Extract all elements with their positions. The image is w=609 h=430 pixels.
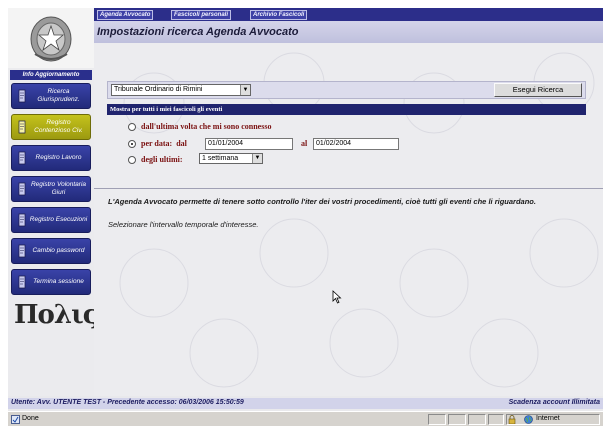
option-last-login-label: dall'ultima volta che mi sono connesso — [141, 122, 272, 131]
instruction-text: Selezionare l'intervallo temporale d'int… — [108, 220, 259, 229]
sidebar-item-label: Cambio password — [32, 247, 85, 254]
document-icon — [15, 180, 29, 198]
court-select[interactable]: Tribunale Ordinario di Rimini ▼ — [111, 84, 251, 96]
browser-status-bar: Done Internet — [8, 411, 603, 426]
chevron-down-icon[interactable]: ▼ — [252, 154, 262, 163]
option-by-date-label: per data: — [141, 139, 173, 148]
events-header: Mostra per tutti i miei fascicoli gli ev… — [107, 104, 586, 115]
document-icon — [15, 149, 29, 167]
period-select-value: 1 settimana — [202, 155, 239, 162]
status-well — [488, 414, 504, 425]
to-label-row: al — [301, 139, 307, 148]
sidebar-item-label: Registro Contenzioso Civ. — [34, 119, 83, 134]
page-title: Impostazioni ricerca Agenda Avvocato — [97, 26, 299, 38]
from-date-input[interactable]: 01/01/2004 — [205, 138, 293, 150]
to-date-input[interactable]: 01/02/2004 — [313, 138, 399, 150]
to-label: al — [301, 139, 308, 148]
option-last-period-row[interactable]: degli ultimi: — [128, 155, 183, 164]
zone-label: Internet — [536, 415, 560, 422]
sidebar-item-label: Registro Esecuzioni — [29, 216, 88, 223]
user-info-bar: Utente: Avv. UTENTE TEST - Precedente ac… — [8, 398, 603, 409]
sidebar-item-registro-contenzioso-civ[interactable]: Registro Contenzioso Civ. — [11, 114, 91, 140]
search-button[interactable]: Esegui Ricerca — [494, 83, 582, 97]
sidebar-item-cambio-password[interactable]: Cambio password — [11, 238, 91, 264]
account-expiry: Scadenza account Illimitata — [508, 399, 600, 406]
page-done-icon — [11, 415, 20, 424]
option-by-date-row[interactable]: per data: dal — [128, 139, 187, 148]
sidebar-item-ricerca-giurisprudenz[interactable]: Ricerca Giurisprudenz. — [11, 83, 91, 109]
status-well — [468, 414, 486, 425]
info-update-label[interactable]: Info Aggiornamento — [10, 70, 92, 80]
emblem-box — [8, 8, 94, 68]
status-well — [428, 414, 446, 425]
top-tabs-bar: Agenda Avvocato Fascicoli personali Arch… — [94, 8, 603, 21]
sidebar-item-label: Registro Lavoro — [35, 154, 82, 161]
tab-fascicoli-personali[interactable]: Fascicoli personali — [171, 10, 232, 20]
document-icon — [15, 242, 29, 260]
from-label: dal — [176, 139, 187, 148]
description-text: L'Agenda Avvocato permette di tenere sot… — [108, 197, 536, 206]
sidebar-item-label: Termina sessione — [33, 278, 84, 285]
document-icon — [15, 273, 29, 291]
user-info: Utente: Avv. UTENTE TEST - Precedente ac… — [11, 399, 244, 406]
option-last-period-label: degli ultimi: — [141, 155, 183, 164]
option-last-login-row[interactable]: dall'ultima volta che mi sono connesso — [128, 122, 271, 131]
document-icon — [15, 118, 29, 136]
radio-last-period[interactable] — [128, 155, 136, 164]
status-text: Done — [22, 415, 39, 422]
document-icon — [15, 211, 29, 229]
chevron-down-icon[interactable]: ▼ — [240, 85, 250, 95]
sidebar-item-registro-lavoro[interactable]: Registro Lavoro — [11, 145, 91, 171]
italian-republic-emblem-icon — [30, 16, 72, 62]
sidebar-item-label: Ricerca Giurisprudenz. — [37, 88, 80, 103]
polis-logo: Πολις — [14, 300, 99, 330]
status-well — [448, 414, 466, 425]
title-bar: Impostazioni ricerca Agenda Avvocato — [94, 21, 603, 43]
court-select-value: Tribunale Ordinario di Rimini — [114, 86, 203, 93]
sidebar-item-termina-sessione[interactable]: Termina sessione — [11, 269, 91, 295]
radio-by-date[interactable] — [128, 139, 136, 148]
mouse-pointer-icon — [332, 290, 342, 304]
document-icon — [15, 87, 29, 105]
sidebar-item-registro-volontaria-giuri[interactable]: Registro Volontaria Giuri — [11, 176, 91, 202]
section-divider — [94, 188, 603, 189]
lock-icon — [508, 415, 516, 424]
sidebar-item-registro-esecuzioni[interactable]: Registro Esecuzioni — [11, 207, 91, 233]
tab-agenda-avvocato[interactable]: Agenda Avvocato — [97, 10, 154, 20]
period-select[interactable]: 1 settimana ▼ — [199, 153, 263, 164]
sidebar-item-label: Registro Volontaria Giuri — [30, 181, 87, 196]
radio-last-login[interactable] — [128, 122, 136, 131]
tab-archivio-fascicoli[interactable]: Archivio Fascicoli — [250, 10, 308, 20]
internet-globe-icon — [524, 415, 533, 424]
